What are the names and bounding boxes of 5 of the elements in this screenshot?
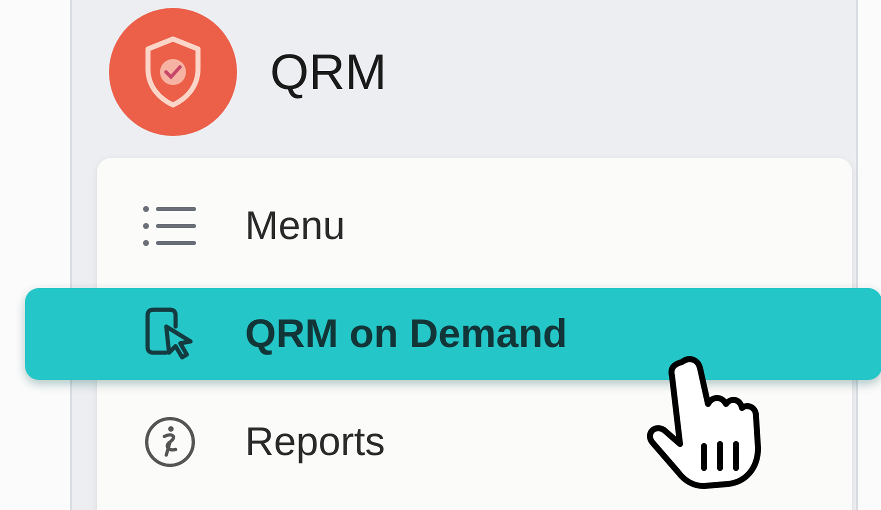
shield-logo-icon xyxy=(108,7,238,137)
nav-item[interactable]: Menu xyxy=(97,176,852,276)
nav-item[interactable]: Reports xyxy=(97,392,852,492)
app-title: QRM xyxy=(270,43,387,101)
nav-item[interactable]: QRM on Demand xyxy=(25,288,881,380)
